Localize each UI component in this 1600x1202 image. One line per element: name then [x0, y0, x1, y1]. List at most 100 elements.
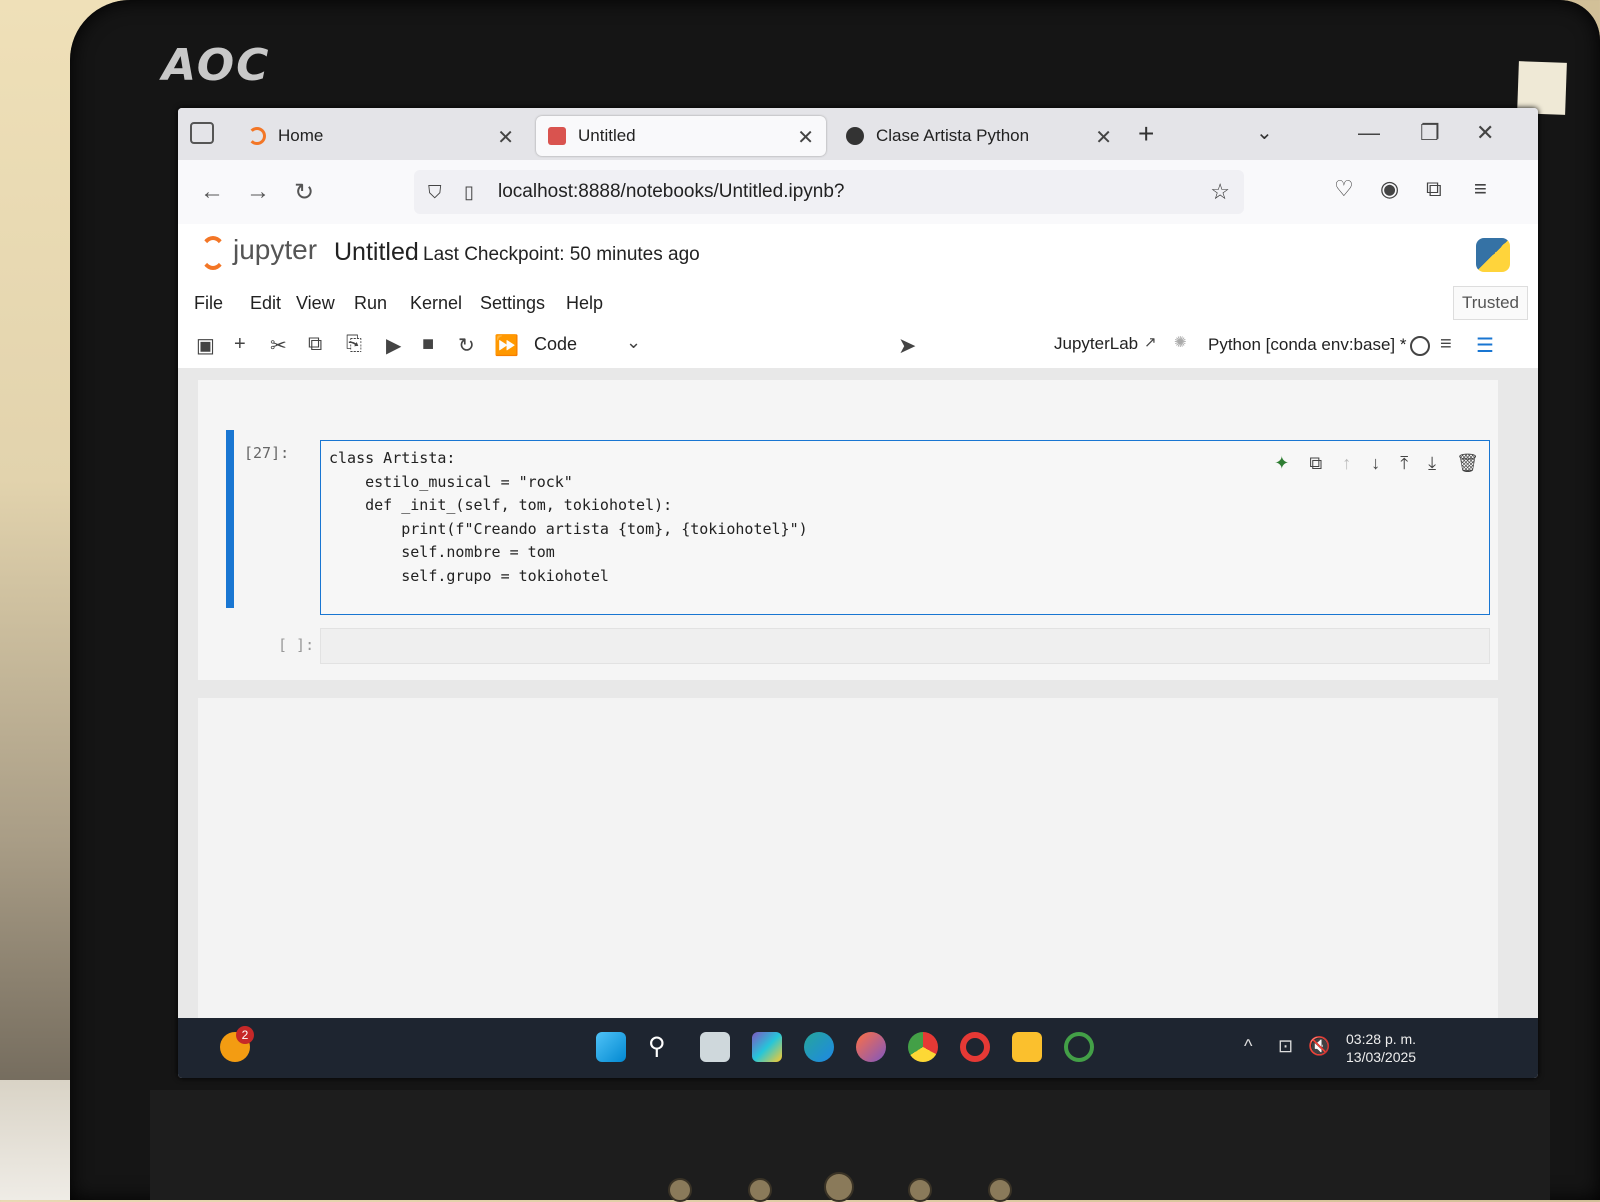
menu-help[interactable]: Help — [566, 293, 603, 314]
code-cell-editor[interactable]: class Artista: estilo_musical = "rock" d… — [320, 440, 1490, 615]
insert-above-icon[interactable]: ⤒ — [1400, 453, 1408, 474]
empty-code-cell[interactable] — [320, 628, 1490, 664]
muted-speaker-icon[interactable]: 🔇 — [1308, 1036, 1330, 1057]
menu-kernel[interactable]: Kernel — [410, 293, 462, 314]
tab-clase-artista-python[interactable]: Clase Artista Python ✕ — [834, 116, 1124, 156]
jupyter-favicon-icon — [248, 127, 266, 145]
chevron-down-icon[interactable]: ⌄ — [626, 332, 641, 353]
notebook-blank-area[interactable] — [198, 698, 1498, 1028]
paste-icon[interactable]: ⎘ — [346, 333, 362, 356]
monitor-button[interactable] — [668, 1178, 692, 1202]
sparkle-icon[interactable]: ✦ — [1274, 453, 1289, 474]
page-icon: ▯ — [464, 181, 474, 202]
cut-icon[interactable]: ✂ — [270, 333, 287, 358]
search-icon[interactable]: ⚲ — [648, 1032, 678, 1062]
tab-home[interactable]: Home ✕ — [236, 116, 526, 156]
minimize-icon[interactable]: — — [1358, 120, 1380, 146]
add-cell-icon[interactable]: + — [234, 333, 246, 356]
kernel-name[interactable]: Python [conda env:base] * — [1208, 335, 1406, 355]
pocket-icon[interactable]: ♡ — [1334, 176, 1354, 202]
kernel-status-icon — [1410, 336, 1430, 356]
windows-start-icon[interactable] — [596, 1032, 626, 1062]
monitor-button[interactable] — [748, 1178, 772, 1202]
extensions-icon[interactable]: ⧉ — [1426, 176, 1442, 202]
network-icon[interactable]: ⊡ — [1278, 1036, 1293, 1057]
cell-type-select[interactable]: Code — [534, 334, 577, 355]
hamburger-menu-icon[interactable]: ≡ — [1474, 176, 1487, 202]
debugger-icon[interactable]: ✺ — [1174, 333, 1187, 351]
tab-overview-icon[interactable] — [190, 122, 214, 144]
anaconda-icon[interactable] — [1064, 1032, 1094, 1062]
restart-icon[interactable]: ↻ — [458, 333, 475, 358]
restore-icon[interactable]: ❐ — [1420, 120, 1440, 146]
windows-taskbar: 2 ⚲ ^ ⊡ 🔇 03:28 p. m. 13/03/2025 — [178, 1018, 1538, 1078]
cell-toolbar: ✦ ⧉ ↑ ↓ ⤒ ⤓ 🗑 — [1274, 453, 1479, 474]
jupyter-header: jupyter Untitled Last Checkpoint: 50 min… — [178, 224, 1538, 285]
menu-run[interactable]: Run — [354, 293, 387, 314]
tab-label: Untitled — [578, 126, 636, 145]
delete-icon[interactable]: 🗑 — [1456, 453, 1479, 474]
sidebar-toggle-icon[interactable]: ☰ — [1476, 333, 1494, 358]
chrome-icon[interactable] — [908, 1032, 938, 1062]
opera-icon[interactable] — [960, 1032, 990, 1062]
address-bar[interactable]: ⛉ ▯ localhost:8888/notebooks/Untitled.ip… — [414, 170, 1244, 214]
menu-file[interactable]: File — [194, 293, 223, 314]
monitor-brand-logo: AOC — [162, 40, 271, 91]
new-tab-icon[interactable]: + — [1138, 118, 1154, 150]
tab-label: Home — [278, 126, 324, 145]
code-line: self.nombre = tom — [329, 543, 555, 561]
chevron-up-icon[interactable]: ^ — [1244, 1036, 1252, 1057]
task-view-icon[interactable] — [700, 1032, 730, 1062]
python-logo-icon — [1476, 238, 1510, 272]
bookmark-star-icon[interactable]: ☆ — [1210, 179, 1230, 205]
back-arrow-icon[interactable]: ← — [200, 178, 224, 206]
menu-view[interactable]: View — [296, 293, 335, 314]
close-window-icon[interactable]: ✕ — [1476, 120, 1494, 146]
jupyterlab-link[interactable]: JupyterLab — [1054, 334, 1138, 354]
jupyter-logo-icon[interactable] — [200, 236, 226, 270]
monitor-button[interactable] — [988, 1178, 1012, 1202]
list-icon[interactable]: ≡ — [1440, 333, 1452, 356]
move-down-icon[interactable]: ↓ — [1371, 453, 1380, 474]
run-icon[interactable]: ▶ — [386, 333, 401, 358]
monitor-power-button[interactable] — [824, 1172, 854, 1202]
checkpoint-status: Last Checkpoint: 50 minutes ago — [423, 244, 700, 265]
monitor-screen: Home ✕ Untitled ✕ Clase Artista Python ✕… — [178, 108, 1538, 1078]
menu-settings[interactable]: Settings — [480, 293, 545, 314]
taskbar-clock[interactable]: 03:28 p. m. 13/03/2025 — [1346, 1030, 1416, 1066]
browser-tab-bar: Home ✕ Untitled ✕ Clase Artista Python ✕… — [178, 108, 1538, 160]
notebook-title[interactable]: Untitled — [334, 238, 419, 267]
browser-nav-bar: ← → ↻ ⛉ ▯ localhost:8888/notebooks/Untit… — [178, 160, 1538, 225]
file-explorer-icon[interactable] — [1012, 1032, 1042, 1062]
chevron-down-icon[interactable]: ⌄ — [1256, 120, 1273, 145]
menu-edit[interactable]: Edit — [250, 293, 281, 314]
cell-collapser[interactable] — [226, 430, 234, 608]
run-all-icon[interactable]: ⏩ — [494, 333, 519, 358]
firefox-icon[interactable] — [856, 1032, 886, 1062]
tab-untitled[interactable]: Untitled ✕ — [536, 116, 826, 156]
insert-below-icon[interactable]: ⤓ — [1428, 453, 1436, 474]
edge-icon[interactable] — [804, 1032, 834, 1062]
stop-icon[interactable]: ■ — [422, 333, 434, 356]
monitor-button[interactable] — [908, 1178, 932, 1202]
mouse-cursor-icon: ➤ — [898, 333, 917, 358]
jupyter-menu-bar: File Edit View Run Kernel Settings Help … — [178, 284, 1538, 325]
copilot-icon[interactable] — [752, 1032, 782, 1062]
copy-icon[interactable]: ⧉ — [308, 333, 322, 356]
cell-prompt: [27]: — [244, 444, 290, 462]
save-icon[interactable]: ▣ — [196, 333, 215, 358]
tab-label: Clase Artista Python — [876, 126, 1030, 145]
url-text[interactable]: localhost:8888/notebooks/Untitled.ipynb? — [498, 181, 844, 203]
trusted-badge[interactable]: Trusted — [1452, 286, 1528, 320]
close-icon[interactable]: ✕ — [1095, 125, 1112, 150]
sticker-label — [1517, 61, 1567, 115]
account-icon[interactable]: ◉ — [1380, 176, 1399, 202]
external-link-icon[interactable]: ↗ — [1144, 333, 1157, 351]
forward-arrow-icon[interactable]: → — [246, 178, 270, 206]
close-icon[interactable]: ✕ — [497, 125, 514, 150]
reload-icon[interactable]: ↻ — [294, 178, 314, 207]
close-icon[interactable]: ✕ — [797, 125, 814, 150]
move-up-icon[interactable]: ↑ — [1342, 453, 1351, 474]
jupyter-wordmark[interactable]: jupyter — [233, 234, 317, 266]
duplicate-icon[interactable]: ⧉ — [1309, 453, 1322, 474]
